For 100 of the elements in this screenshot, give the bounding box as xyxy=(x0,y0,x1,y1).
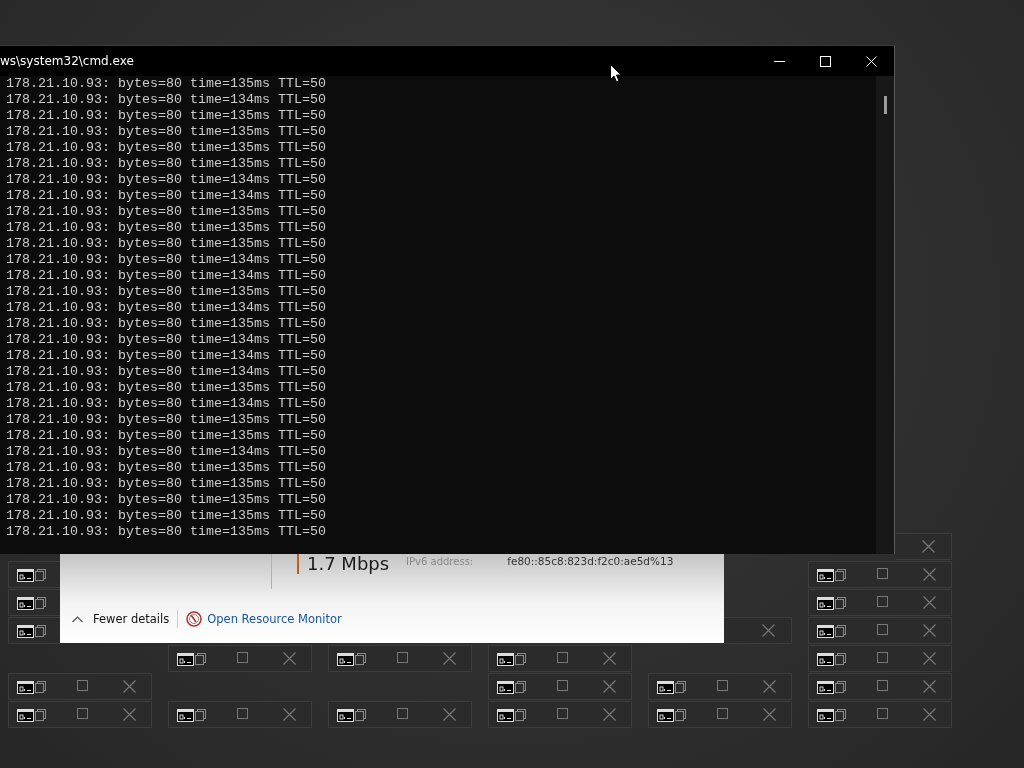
console-line: 178.21.10.93: bytes=80 time=134ms TTL=50 xyxy=(6,188,326,204)
close-icon[interactable] xyxy=(603,680,616,693)
window-thumbnail[interactable] xyxy=(896,533,952,560)
close-icon[interactable] xyxy=(763,708,776,721)
console-line: 178.21.10.93: bytes=80 time=135ms TTL=50 xyxy=(6,380,326,396)
maximize-icon[interactable] xyxy=(877,624,888,635)
close-icon[interactable] xyxy=(123,708,136,721)
window-thumbnail[interactable] xyxy=(488,645,632,672)
window-thumbnail[interactable] xyxy=(648,701,792,728)
window-thumbnail[interactable] xyxy=(168,701,312,728)
console-line: 178.21.10.93: bytes=80 time=135ms TTL=50 xyxy=(6,204,326,220)
console-line: 178.21.10.93: bytes=80 time=134ms TTL=50 xyxy=(6,92,326,108)
restore-icon[interactable] xyxy=(835,709,846,721)
close-icon[interactable] xyxy=(283,652,296,665)
close-icon[interactable] xyxy=(443,708,456,721)
close-icon[interactable] xyxy=(923,680,936,693)
console-line: 178.21.10.93: bytes=80 time=134ms TTL=50 xyxy=(6,268,326,284)
close-icon[interactable] xyxy=(923,596,936,609)
restore-icon[interactable] xyxy=(675,681,686,693)
maximize-icon[interactable] xyxy=(717,680,728,691)
window-thumbnail[interactable] xyxy=(808,561,952,588)
close-icon[interactable] xyxy=(923,708,936,721)
console-line: 178.21.10.93: bytes=80 time=135ms TTL=50 xyxy=(6,412,326,428)
console-line: 178.21.10.93: bytes=80 time=134ms TTL=50 xyxy=(6,348,326,364)
restore-icon[interactable] xyxy=(515,681,526,693)
window-thumbnail[interactable] xyxy=(648,673,792,700)
window-thumbnail[interactable] xyxy=(488,673,632,700)
close-icon[interactable] xyxy=(443,652,456,665)
scrollbar[interactable] xyxy=(876,76,894,554)
close-icon[interactable] xyxy=(762,624,775,637)
maximize-icon[interactable] xyxy=(557,708,568,719)
maximize-icon[interactable] xyxy=(397,652,408,663)
console-icon xyxy=(17,709,34,722)
restore-icon[interactable] xyxy=(35,569,46,581)
restore-icon[interactable] xyxy=(35,597,46,609)
window-thumbnail[interactable] xyxy=(808,617,952,644)
restore-icon[interactable] xyxy=(355,709,366,721)
window-thumbnail[interactable] xyxy=(328,645,472,672)
close-icon[interactable] xyxy=(763,680,776,693)
console-icon xyxy=(657,709,674,722)
close-icon[interactable] xyxy=(603,652,616,665)
console-icon xyxy=(817,709,834,722)
console-icon xyxy=(817,597,834,610)
restore-icon[interactable] xyxy=(515,709,526,721)
console-icon xyxy=(817,681,834,694)
window-thumbnail[interactable] xyxy=(724,617,792,644)
console-line: 178.21.10.93: bytes=80 time=135ms TTL=50 xyxy=(6,284,326,300)
console-line: 178.21.10.93: bytes=80 time=135ms TTL=50 xyxy=(6,460,326,476)
resource-monitor-link[interactable]: Open Resource Monitor xyxy=(186,611,342,627)
restore-icon[interactable] xyxy=(35,625,46,637)
maximize-icon[interactable] xyxy=(717,708,728,719)
restore-icon[interactable] xyxy=(195,709,206,721)
maximize-icon[interactable] xyxy=(877,568,888,579)
maximize-icon[interactable] xyxy=(557,680,568,691)
restore-icon[interactable] xyxy=(35,681,46,693)
window-thumbnail[interactable] xyxy=(8,561,60,588)
restore-icon[interactable] xyxy=(835,681,846,693)
close-icon[interactable] xyxy=(283,708,296,721)
restore-icon[interactable] xyxy=(35,709,46,721)
console-line: 178.21.10.93: bytes=80 time=135ms TTL=50 xyxy=(6,108,326,124)
window-thumbnail[interactable] xyxy=(328,701,472,728)
restore-icon[interactable] xyxy=(355,653,366,665)
window-thumbnail[interactable] xyxy=(168,645,312,672)
maximize-icon[interactable] xyxy=(877,596,888,607)
restore-icon[interactable] xyxy=(835,625,846,637)
window-thumbnail[interactable] xyxy=(488,701,632,728)
graph-line xyxy=(297,554,299,574)
restore-icon[interactable] xyxy=(835,653,846,665)
maximize-icon[interactable] xyxy=(77,680,88,691)
maximize-icon[interactable] xyxy=(237,652,248,663)
window-thumbnail[interactable] xyxy=(8,673,152,700)
maximize-icon[interactable] xyxy=(877,680,888,691)
maximize-icon[interactable] xyxy=(877,652,888,663)
window-thumbnail[interactable] xyxy=(8,589,60,616)
close-icon[interactable] xyxy=(923,652,936,665)
restore-icon[interactable] xyxy=(835,597,846,609)
window-thumbnail[interactable] xyxy=(808,701,952,728)
maximize-icon[interactable] xyxy=(877,708,888,719)
window-thumbnail[interactable] xyxy=(808,589,952,616)
close-icon[interactable] xyxy=(923,624,936,637)
close-icon[interactable] xyxy=(922,540,935,553)
maximize-icon[interactable] xyxy=(237,708,248,719)
window-thumbnail[interactable] xyxy=(808,645,952,672)
maximize-icon xyxy=(819,55,831,67)
maximize-icon[interactable] xyxy=(557,652,568,663)
maximize-icon[interactable] xyxy=(397,708,408,719)
console-icon xyxy=(17,681,34,694)
close-icon[interactable] xyxy=(603,708,616,721)
window-thumbnail[interactable] xyxy=(808,673,952,700)
window-thumbnail[interactable] xyxy=(8,617,60,644)
restore-icon[interactable] xyxy=(835,569,846,581)
restore-icon[interactable] xyxy=(675,709,686,721)
window-thumbnail[interactable] xyxy=(8,701,152,728)
restore-icon[interactable] xyxy=(195,653,206,665)
console-icon xyxy=(177,653,194,666)
restore-icon[interactable] xyxy=(515,653,526,665)
close-icon[interactable] xyxy=(123,680,136,693)
maximize-icon[interactable] xyxy=(77,708,88,719)
fewer-details-button[interactable]: Fewer details xyxy=(72,612,170,626)
close-icon[interactable] xyxy=(923,568,936,581)
